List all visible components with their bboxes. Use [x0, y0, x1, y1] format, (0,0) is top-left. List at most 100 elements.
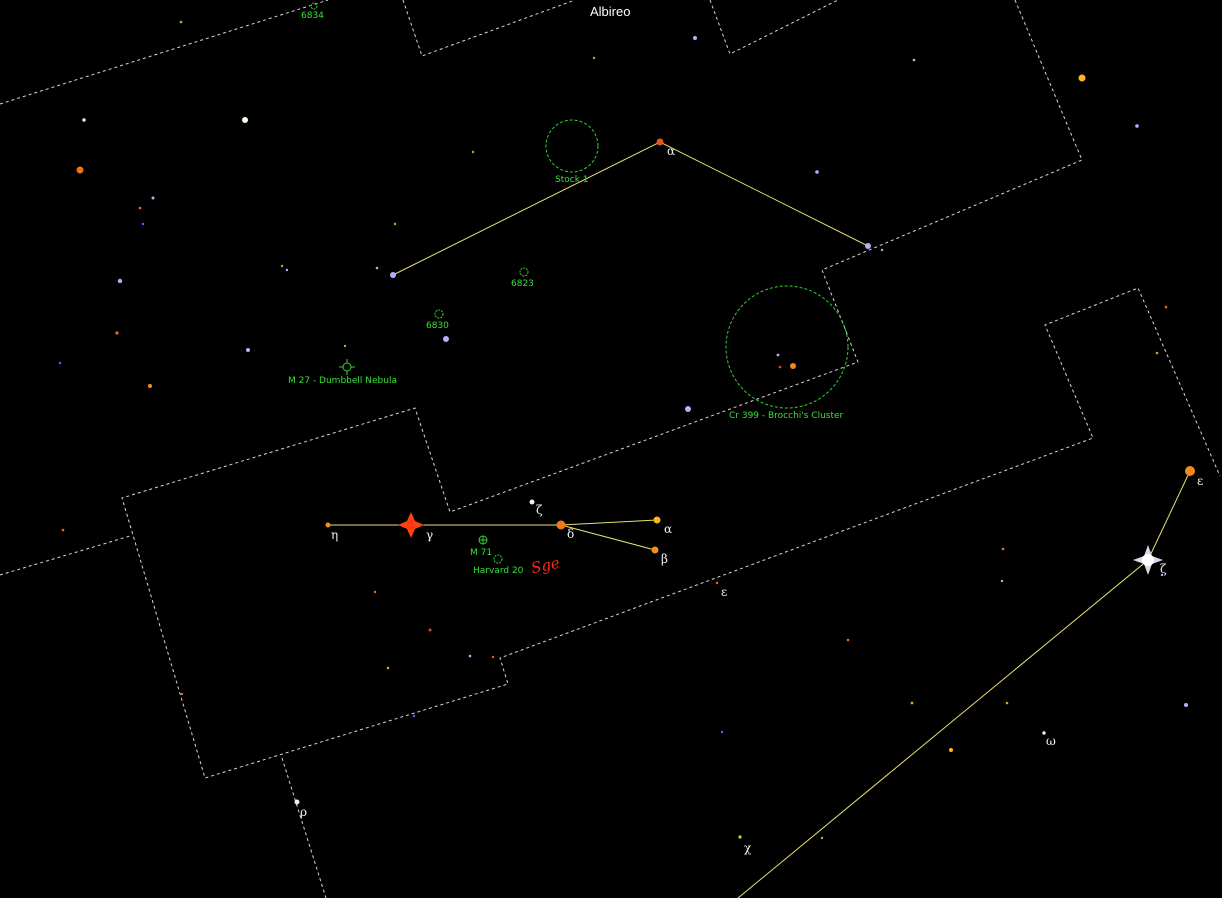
- star-marker[interactable]: [325, 522, 331, 528]
- faint-star: [715, 581, 719, 585]
- faint-star: [815, 170, 819, 174]
- faint-star: [386, 666, 390, 670]
- faint-star: [820, 836, 824, 840]
- bright-stars: [76, 74, 1195, 805]
- greek-label: ε: [1197, 474, 1203, 488]
- star-marker[interactable]: [865, 243, 871, 249]
- open-cluster-icon[interactable]: [545, 119, 599, 173]
- dso-label[interactable]: Cr 399 - Brocchi's Cluster: [729, 411, 844, 421]
- greek-label: γ: [426, 528, 433, 542]
- star-marker[interactable]: [556, 520, 566, 530]
- faint-star: [280, 264, 284, 268]
- star-label-albireo: Albireo: [590, 4, 630, 19]
- faint-star: [412, 714, 416, 718]
- star-marker[interactable]: [1142, 554, 1154, 566]
- open-cluster-icon[interactable]: [493, 554, 503, 564]
- constellation-figures: [328, 141, 1191, 898]
- star-marker[interactable]: [443, 336, 449, 342]
- star-marker[interactable]: [651, 546, 659, 554]
- boundary-line: [402, 0, 576, 57]
- faint-star: [375, 266, 379, 270]
- faint-star: [343, 344, 347, 348]
- dso-label[interactable]: 6830: [426, 321, 449, 331]
- figure-line: [737, 559, 1149, 898]
- faint-star: [1001, 547, 1005, 551]
- star-marker[interactable]: [390, 272, 396, 278]
- faint-star: [1005, 701, 1009, 705]
- dso-label[interactable]: Harvard 20: [473, 566, 524, 576]
- faint-star: [1000, 579, 1004, 583]
- greek-label: χ: [744, 841, 752, 855]
- star-marker[interactable]: [685, 406, 691, 412]
- open-cluster-icon[interactable]: [434, 309, 444, 319]
- open-cluster-icon[interactable]: [310, 2, 318, 10]
- faint-star: [491, 655, 495, 659]
- greek-label: ζ: [1160, 562, 1167, 576]
- boundary-line: [121, 0, 1221, 779]
- star-marker[interactable]: [653, 516, 661, 524]
- faint-star: [285, 268, 289, 272]
- dso-label[interactable]: M 27 - Dumbbell Nebula: [288, 376, 397, 386]
- faint-star: [693, 36, 697, 40]
- greek-label: ρ: [300, 805, 307, 819]
- figure-line: [560, 519, 658, 526]
- faint-star: [180, 692, 184, 696]
- faint-star: [179, 20, 183, 24]
- constellation-boundaries: [0, 0, 1221, 898]
- faint-star: [148, 384, 152, 388]
- star-chart[interactable]: Albireo α η γ ζ δ α β ε ε ζ ω χ ρ 6834 S…: [0, 0, 1222, 898]
- red-annotation-mark[interactable]: Sge: [529, 554, 561, 578]
- star-marker[interactable]: [294, 799, 300, 805]
- planetary-nebula-icon[interactable]: [339, 359, 355, 375]
- dso-label[interactable]: Stock 1: [555, 175, 589, 185]
- star-marker[interactable]: [656, 138, 664, 146]
- dso-label[interactable]: M 71: [470, 548, 492, 558]
- open-cluster-icon[interactable]: [519, 267, 529, 277]
- greek-label: ζ: [536, 503, 543, 517]
- star-marker[interactable]: [242, 117, 248, 123]
- faint-star: [592, 56, 596, 60]
- deep-sky-labels: 6834 Stock 1 6823 6830 M 27 - Dumbbell N…: [288, 11, 844, 576]
- faint-star: [141, 222, 145, 226]
- faint-star: [846, 638, 850, 642]
- figure-line: [560, 524, 656, 551]
- star-marker[interactable]: [1078, 74, 1086, 82]
- greek-label: α: [667, 144, 675, 158]
- faint-star: [138, 206, 142, 210]
- greek-label: α: [664, 522, 672, 536]
- boundary-line: [0, 535, 131, 576]
- faint-star: [428, 628, 432, 632]
- boundary-line: [0, 0, 329, 105]
- star-marker[interactable]: [406, 520, 416, 530]
- faint-star: [117, 278, 123, 284]
- dso-label[interactable]: 6834: [301, 11, 324, 21]
- greek-label: β: [661, 552, 668, 566]
- faint-star: [720, 730, 724, 734]
- star-marker[interactable]: [76, 166, 84, 174]
- star-marker[interactable]: [1185, 466, 1195, 476]
- background-stars: [58, 20, 1188, 840]
- faint-star: [246, 348, 250, 352]
- greek-label: η: [331, 528, 338, 542]
- faint-star: [393, 222, 397, 226]
- faint-star: [58, 361, 62, 365]
- faint-star: [1164, 305, 1168, 309]
- open-cluster-icon[interactable]: [725, 285, 849, 409]
- faint-star: [910, 701, 914, 705]
- deep-sky-objects: [310, 2, 849, 564]
- bayer-labels: α η γ ζ δ α β ε ε ζ ω χ ρ: [300, 144, 1203, 855]
- faint-star: [1135, 124, 1139, 128]
- faint-star: [776, 353, 780, 357]
- faint-star: [778, 365, 782, 369]
- star-marker[interactable]: [790, 363, 796, 369]
- boundary-line: [281, 757, 327, 898]
- faint-star: [373, 590, 377, 594]
- faint-star: [1155, 351, 1159, 355]
- faint-star: [949, 748, 953, 752]
- greek-label: ω: [1046, 734, 1056, 748]
- globular-cluster-icon[interactable]: [478, 535, 488, 545]
- figure-line: [1147, 470, 1191, 561]
- greek-label: δ: [567, 527, 574, 541]
- dso-label[interactable]: 6823: [511, 279, 534, 289]
- star-marker[interactable]: [529, 499, 535, 505]
